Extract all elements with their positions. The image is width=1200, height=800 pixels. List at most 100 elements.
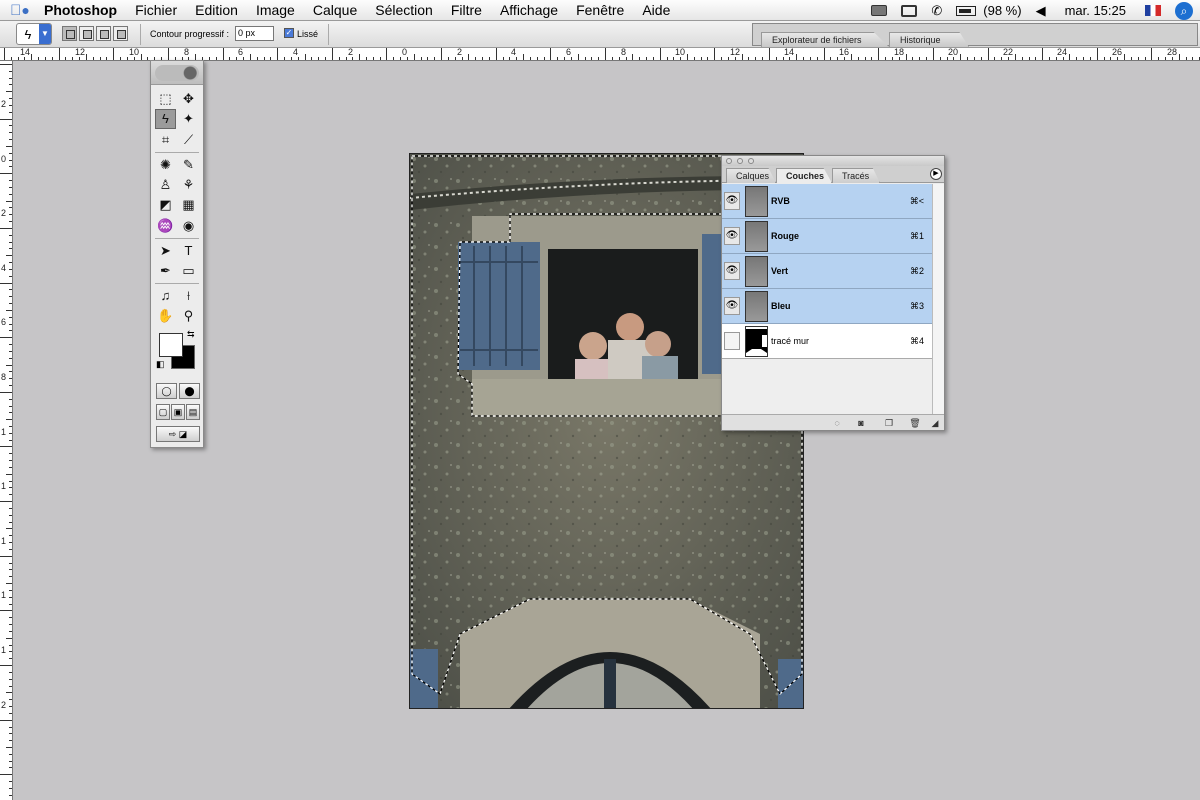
eraser-tool-icon[interactable]: ◩	[155, 195, 176, 215]
spotlight-search-icon[interactable]: ⌕	[1168, 1, 1200, 20]
path-selection-tool-icon[interactable]: ➤	[155, 241, 176, 261]
keyboard-icon[interactable]	[864, 5, 894, 16]
blur-tool-icon[interactable]: ♒	[155, 216, 176, 236]
palette-menu-arrow-icon[interactable]: ▶	[930, 168, 942, 180]
save-selection-as-channel-icon[interactable]: ◙	[854, 417, 868, 429]
eye-toggle-empty[interactable]	[724, 332, 740, 350]
pen-tool-icon[interactable]: ✒	[155, 261, 176, 281]
new-selection-button[interactable]	[62, 26, 77, 41]
standard-screen-mode-button[interactable]: ▢	[156, 404, 170, 420]
phone-icon[interactable]: ✆	[924, 3, 949, 19]
swap-colors-icon[interactable]: ⇆	[187, 329, 195, 340]
flag-icon[interactable]	[1138, 5, 1168, 16]
subtract-selection-button[interactable]	[96, 26, 111, 41]
ruler-tick	[1069, 54, 1070, 60]
eye-icon[interactable]: 👁	[724, 192, 740, 210]
channel-name: Bleu	[771, 301, 791, 311]
toolbox-header[interactable]	[151, 61, 203, 85]
palette-scrollbar[interactable]	[932, 184, 944, 414]
resize-grip-icon[interactable]: ◢	[928, 417, 942, 429]
new-channel-icon[interactable]: ❐	[882, 417, 896, 429]
ruler-left[interactable]: 2 0 2 4 6 8 1 1 1 1 1 2	[0, 61, 13, 800]
close-button[interactable]	[726, 158, 732, 164]
audio-annotation-tool-icon[interactable]: ♫	[155, 286, 176, 306]
slice-tool-icon[interactable]: ⟋	[178, 130, 199, 150]
tab-calques[interactable]: Calques	[726, 168, 776, 183]
menu-calque[interactable]: Calque	[304, 0, 366, 21]
menu-app-name[interactable]: Photoshop	[40, 0, 126, 21]
clock[interactable]: mar. 15:25	[1053, 3, 1138, 18]
menu-selection[interactable]: Sélection	[366, 0, 442, 21]
tab-couches[interactable]: Couches	[776, 168, 832, 183]
quick-mask-mode-button[interactable]: ⬤	[179, 383, 200, 399]
tab-traces[interactable]: Tracés	[832, 168, 880, 183]
move-tool-icon[interactable]: ✥	[178, 89, 199, 109]
palette-footer: ◌ ◙ ❐ 🗑 ◢	[722, 414, 944, 430]
jump-to-imageready-button[interactable]: ⇨ ◪	[156, 426, 200, 442]
photoshop-feather-icon[interactable]	[155, 65, 199, 81]
intersect-selection-button[interactable]	[113, 26, 128, 41]
standard-mode-button[interactable]: ◯	[156, 383, 177, 399]
trash-icon[interactable]: 🗑	[908, 417, 922, 429]
channel-row-rouge[interactable]: 👁 Rouge ⌘1	[722, 219, 932, 254]
ruler-tick	[18, 57, 19, 60]
channel-row-trace-mur[interactable]: tracé mur ⌘4	[722, 324, 932, 359]
lasso-icon: ϟ	[24, 26, 32, 42]
gradient-tool-icon[interactable]: ▦	[178, 195, 199, 215]
palette-title-bar[interactable]	[722, 156, 944, 166]
menu-affichage[interactable]: Affichage	[491, 0, 567, 21]
hand-tool-icon[interactable]: ✋	[155, 306, 176, 326]
zoom-tool-icon[interactable]: ⚲	[178, 306, 199, 326]
tool-preset-picker[interactable]: ϟ ▼	[16, 23, 52, 45]
history-brush-tool-icon[interactable]: ⚘	[178, 175, 199, 195]
battery-icon[interactable]	[949, 5, 983, 16]
full-screen-mode-button[interactable]: ▤	[186, 404, 200, 420]
menu-fenetre[interactable]: Fenêtre	[567, 0, 633, 21]
apple-menu-icon[interactable]: ●	[0, 2, 40, 19]
ruler-tick	[9, 289, 12, 290]
ruler-tick	[1117, 57, 1118, 60]
default-colors-icon[interactable]: ◧	[156, 359, 165, 370]
display-icon[interactable]	[894, 4, 924, 17]
ruler-tick	[646, 57, 647, 60]
load-channel-as-selection-icon[interactable]: ◌	[830, 417, 844, 429]
zoom-button[interactable]	[748, 158, 754, 164]
ruler-tick	[4, 48, 5, 60]
minimize-button[interactable]	[737, 158, 743, 164]
ruler-tick	[9, 522, 12, 523]
feather-input[interactable]: 0 px	[235, 26, 274, 41]
dropdown-arrow-icon: ▼	[39, 24, 51, 44]
marquee-tool-icon[interactable]: ⬚	[155, 89, 176, 109]
foreground-color-swatch[interactable]	[159, 333, 183, 357]
tab-history[interactable]: Historique	[889, 32, 969, 47]
channel-row-bleu[interactable]: 👁 Bleu ⌘3	[722, 289, 932, 324]
menu-image[interactable]: Image	[247, 0, 304, 21]
channel-row-rvb[interactable]: 👁 RVB ⌘<	[722, 184, 932, 219]
eye-icon[interactable]: 👁	[724, 227, 740, 245]
lasso-tool-icon[interactable]: ϟ	[155, 109, 176, 129]
volume-icon[interactable]: ◀	[1029, 3, 1053, 19]
menu-filtre[interactable]: Filtre	[442, 0, 491, 21]
eye-icon[interactable]: 👁	[724, 297, 740, 315]
eyedropper-tool-icon[interactable]: ⟊	[178, 286, 199, 306]
menu-edition[interactable]: Edition	[186, 0, 247, 21]
menu-fichier[interactable]: Fichier	[126, 0, 186, 21]
type-tool-icon[interactable]: T	[178, 241, 199, 261]
tab-file-browser[interactable]: Explorateur de fichiers	[761, 32, 889, 47]
healing-brush-tool-icon[interactable]: ✺	[155, 155, 176, 175]
eye-icon[interactable]: 👁	[724, 262, 740, 280]
dodge-tool-icon[interactable]: ◉	[178, 216, 199, 236]
crop-tool-icon[interactable]: ⌗	[155, 130, 176, 150]
ruler-tick	[837, 57, 838, 60]
antialias-checkbox[interactable]: ✓	[284, 28, 294, 38]
channel-row-vert[interactable]: 👁 Vert ⌘2	[722, 254, 932, 289]
brush-tool-icon[interactable]: ✎	[178, 155, 199, 175]
magic-wand-tool-icon[interactable]: ✦	[178, 109, 199, 129]
clone-stamp-tool-icon[interactable]: ♙	[155, 175, 176, 195]
ruler-left-label: 6	[1, 317, 7, 327]
battery-percent[interactable]: (98 %)	[983, 3, 1028, 18]
full-screen-menu-mode-button[interactable]: ▣	[171, 404, 185, 420]
menu-aide[interactable]: Aide	[633, 0, 679, 21]
shape-tool-icon[interactable]: ▭	[178, 261, 199, 281]
add-selection-button[interactable]	[79, 26, 94, 41]
